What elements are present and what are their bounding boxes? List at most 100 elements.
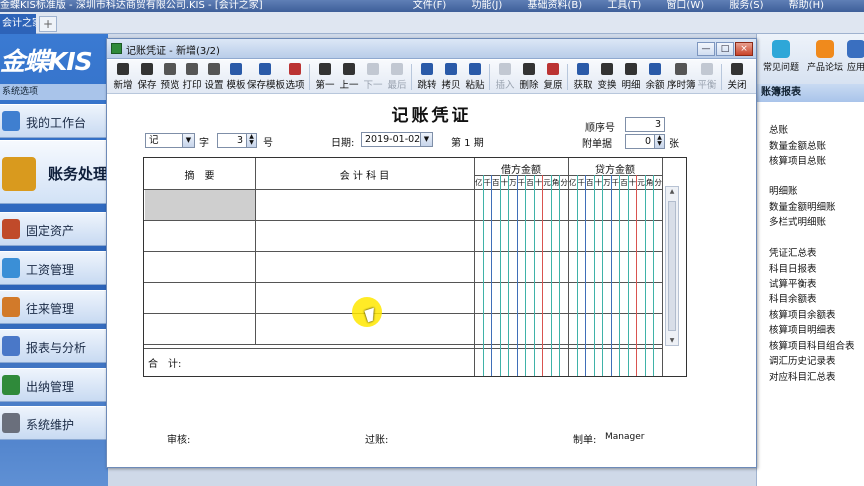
journal-icon	[675, 63, 687, 75]
scroll-down-icon[interactable]: ▼	[667, 337, 677, 344]
nav-item-ledger[interactable]: 账务处理	[0, 140, 108, 204]
link-detail-ledger[interactable]: 明细账	[769, 183, 798, 197]
attach-input[interactable]: 0 ▲ ▼	[625, 134, 665, 149]
link-item-balance[interactable]: 核算项目余额表	[769, 307, 836, 321]
nav-item-maintenance[interactable]: 系统维护	[0, 406, 108, 440]
nav-item-receivables[interactable]: 往来管理	[0, 290, 108, 324]
scroll-thumb[interactable]	[668, 201, 676, 331]
faq-button[interactable]: 常见问题	[759, 40, 803, 73]
forum-icon	[816, 40, 834, 58]
toolbar-button-label: 平衡	[697, 80, 717, 91]
nav-item-reports[interactable]: 报表与分析	[0, 329, 108, 363]
toolbar-copy-button[interactable]: 拷贝	[439, 61, 463, 93]
voucher-number-input[interactable]: 3 ▲ ▼	[217, 133, 257, 148]
nav-item-payroll[interactable]: 工资管理	[0, 251, 108, 285]
toolbar-switch-button[interactable]: 变换	[595, 61, 619, 93]
number-spinner[interactable]: ▲ ▼	[246, 134, 256, 147]
toolbar-detail-button[interactable]: 明细	[619, 61, 643, 93]
selected-summary-cell[interactable]	[145, 190, 255, 220]
link-item-account-combo[interactable]: 核算项目科目组合表	[769, 338, 855, 352]
toolbar-jump-button[interactable]: 跳转	[415, 61, 439, 93]
entry-scrollbar[interactable]: ▲ ▼	[665, 186, 679, 346]
toolbar-button-label: 复原	[543, 80, 563, 91]
link-trial-balance[interactable]: 试算平衡表	[769, 276, 817, 290]
options-icon	[289, 63, 301, 75]
toolbar-print-button[interactable]: 打印	[181, 61, 203, 93]
date-picker[interactable]: 2019-01-02 ▼	[361, 132, 433, 147]
menu-window[interactable]: 窗口(W)	[666, 0, 704, 11]
tab-accounting-home[interactable]: 会计之家	[0, 14, 36, 34]
seq-label: 顺序号	[585, 123, 615, 134]
amount-digit-line	[559, 175, 561, 376]
amount-digit-line	[516, 175, 518, 376]
seq-input[interactable]: 3	[625, 117, 665, 132]
toolbar-balance-button[interactable]: 余额	[643, 61, 667, 93]
link-general-ledger[interactable]: 总账	[769, 122, 788, 136]
number-label: 号	[263, 138, 273, 149]
link-multi-column-ledger[interactable]: 多栏式明细账	[769, 214, 826, 228]
attach-spinner[interactable]: ▲ ▼	[654, 135, 664, 148]
dialog-title-bar[interactable]: 记账凭证 - 新增(3/2) — □ ×	[107, 39, 756, 59]
toolbar-equal-button[interactable]: 平衡	[695, 61, 719, 93]
toolbar-save-template-button[interactable]: 保存模板	[247, 61, 285, 93]
toolbar-last-button[interactable]: 最后	[385, 61, 409, 93]
maximize-button[interactable]: □	[716, 42, 734, 56]
toolbar-restore-button[interactable]: 复原	[541, 61, 565, 93]
toolbar-save-button[interactable]: 保存	[135, 61, 159, 93]
chevron-down-icon[interactable]: ▼	[182, 134, 194, 147]
link-fx-history[interactable]: 调汇历史记录表	[769, 353, 836, 367]
add-tab-button[interactable]: +	[39, 16, 57, 32]
link-qty-detail-ledger[interactable]: 数量金额明细账	[769, 199, 836, 213]
link-voucher-summary[interactable]: 凭证汇总表	[769, 245, 817, 259]
chevron-down-icon[interactable]: ▼	[420, 133, 432, 146]
help-icon	[772, 40, 790, 58]
link-account-balance[interactable]: 科目余额表	[769, 291, 817, 305]
link-item-detail[interactable]: 核算项目明细表	[769, 322, 836, 336]
scroll-up-icon[interactable]: ▲	[667, 188, 677, 195]
nav-item-fixed-assets[interactable]: 固定资产	[0, 212, 108, 246]
toolbar-next-button[interactable]: 下一	[361, 61, 385, 93]
voucher-word-select[interactable]: 记 ▼	[145, 133, 195, 148]
link-contra-account-summary[interactable]: 对应科目汇总表	[769, 369, 836, 383]
toolbar-settings-button[interactable]: 设置	[203, 61, 225, 93]
close-button[interactable]: ×	[735, 42, 753, 56]
voucher-word-value: 记	[149, 135, 159, 146]
menu-service[interactable]: 服务(S)	[729, 0, 763, 11]
nav-item-cashier[interactable]: 出纳管理	[0, 368, 108, 402]
link-item-general-ledger[interactable]: 核算项目总账	[769, 153, 826, 167]
toolbar-separator	[411, 64, 412, 90]
toolbar-insert-button[interactable]: 插入	[493, 61, 517, 93]
balance-icon	[649, 63, 661, 75]
nav-item-workbench[interactable]: 我的工作台	[0, 104, 108, 138]
toolbar-fetch-button[interactable]: 获取	[571, 61, 595, 93]
toolbar-options-button[interactable]: 选项	[283, 61, 307, 93]
amount-digit-line	[491, 175, 493, 376]
exit-icon	[731, 63, 743, 75]
grid-vline	[568, 158, 569, 376]
toolbar-new-doc-button[interactable]: 新增	[111, 61, 135, 93]
toolbar-paste-button[interactable]: 粘贴	[463, 61, 487, 93]
menu-tools[interactable]: 工具(T)	[607, 0, 641, 11]
people-icon	[2, 258, 20, 278]
toolbar-prev-button[interactable]: 上一	[337, 61, 361, 93]
faq-label: 常见问题	[762, 63, 799, 73]
link-account-daily[interactable]: 科目日报表	[769, 261, 817, 275]
toolbar-preview-button[interactable]: 预览	[159, 61, 181, 93]
col-account-header: 会 计 科 目	[339, 171, 390, 182]
toolbar-separator	[489, 64, 490, 90]
link-qty-general-ledger[interactable]: 数量金额总账	[769, 138, 826, 152]
menu-function[interactable]: 功能(J)	[472, 0, 503, 11]
menu-help[interactable]: 帮助(H)	[789, 0, 824, 11]
toolbar-delete-button[interactable]: 删除	[517, 61, 541, 93]
menu-basic-data[interactable]: 基础资料(B)	[527, 0, 582, 11]
toolbar-template-button[interactable]: 模板	[225, 61, 247, 93]
forum-button[interactable]: 产品论坛	[803, 40, 847, 73]
toolbar-first-button[interactable]: 第一	[313, 61, 337, 93]
toolbar-journal-button[interactable]: 序时簿	[667, 61, 696, 93]
menu-file[interactable]: 文件(F)	[413, 0, 447, 11]
apps-button[interactable]: 应用	[845, 40, 864, 73]
toolbar-button-label: 预览	[160, 80, 180, 91]
toolbar-exit-button[interactable]: 关闭	[725, 61, 749, 93]
calculator-icon	[2, 157, 36, 191]
minimize-button[interactable]: —	[697, 42, 715, 56]
